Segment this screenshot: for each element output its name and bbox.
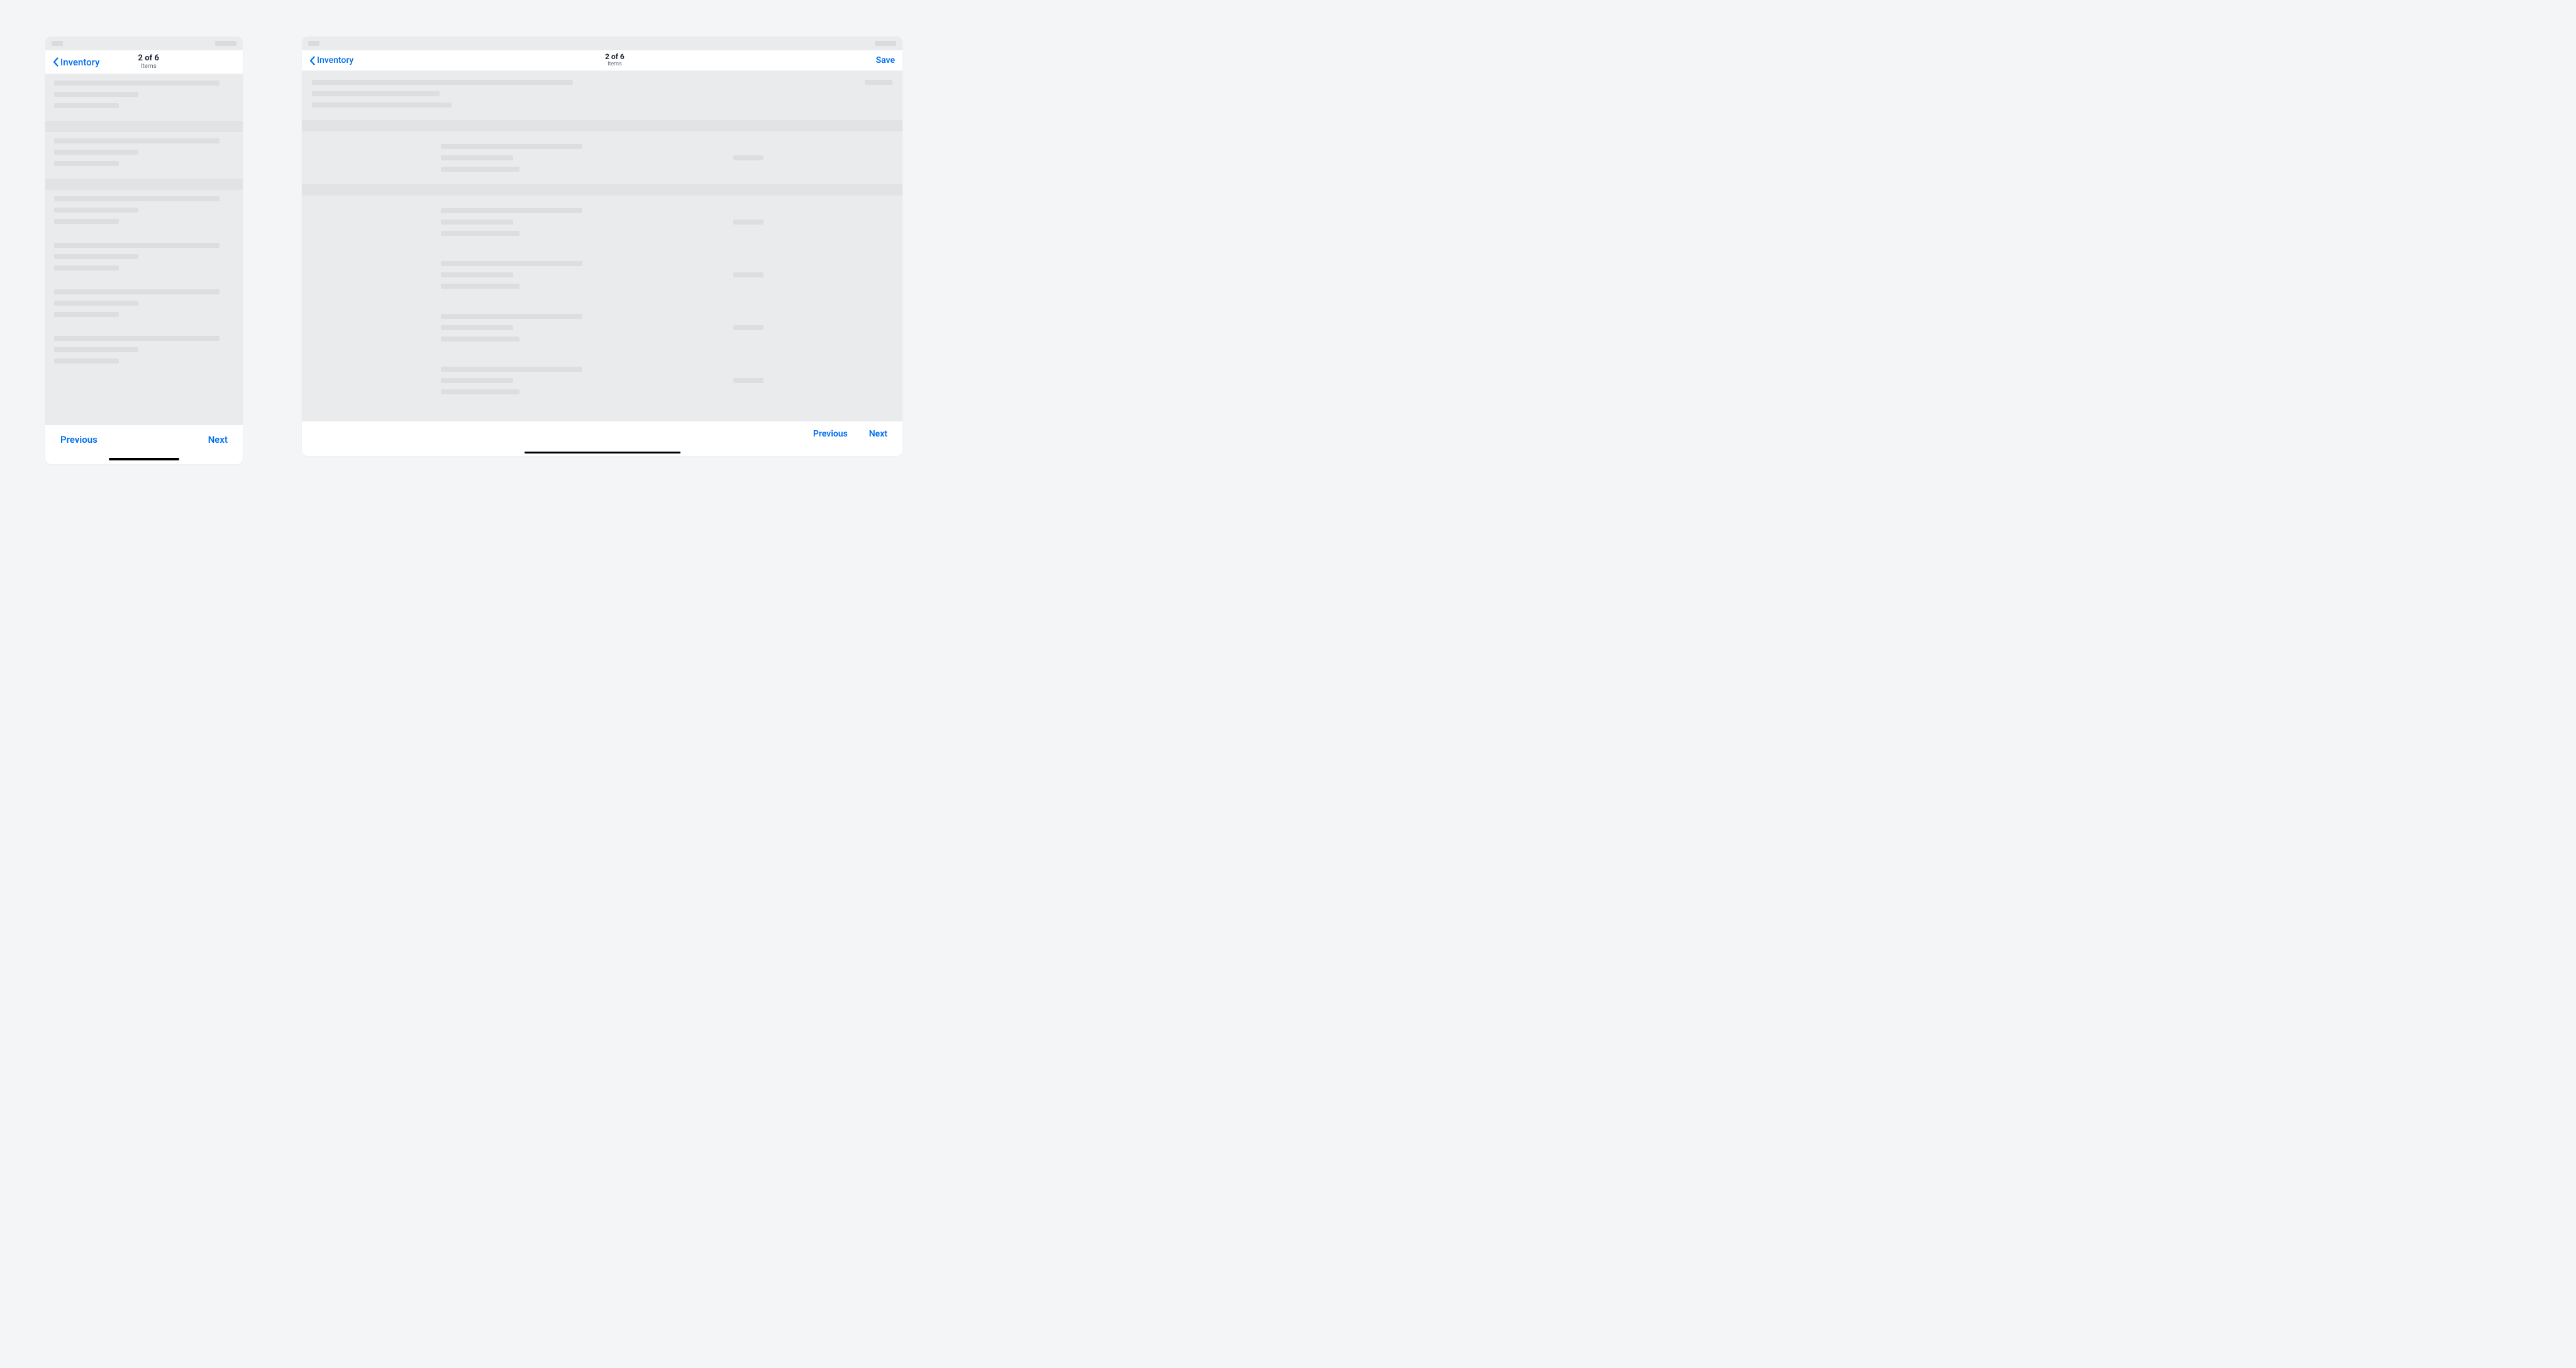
skeleton-line [54, 289, 219, 294]
skeleton-line [54, 138, 219, 143]
nav-title: 2 of 6 [605, 53, 625, 61]
skeleton-line [441, 220, 513, 225]
skeleton-item [302, 131, 902, 184]
status-time-placeholder [308, 41, 319, 46]
phone-mockup: Inventory 2 of 6 Items [45, 36, 243, 464]
status-battery-placeholder [215, 41, 236, 46]
nav-bar: Inventory 2 of 6 Items [45, 50, 243, 74]
skeleton-line [54, 301, 138, 306]
nav-title: 2 of 6 [138, 54, 159, 63]
skeleton-line [441, 367, 582, 372]
skeleton-line [54, 81, 219, 86]
save-button[interactable]: Save [876, 55, 895, 65]
skeleton-header [302, 184, 902, 196]
skeleton-line [54, 312, 119, 317]
skeleton-pill [865, 80, 892, 85]
skeleton-line [54, 103, 119, 108]
previous-button[interactable]: Previous [813, 429, 848, 439]
next-button[interactable]: Next [208, 434, 228, 445]
status-bar [45, 36, 243, 50]
skeleton-line [441, 325, 513, 330]
status-bar [302, 36, 902, 50]
skeleton-item [302, 301, 902, 354]
skeleton-line [441, 272, 513, 277]
chevron-left-icon [309, 56, 315, 65]
skeleton-line [54, 161, 119, 166]
skeleton-line [54, 359, 119, 364]
skeleton-pill [733, 272, 763, 277]
skeleton-line [54, 347, 138, 352]
home-indicator [525, 452, 680, 453]
skeleton-line [441, 144, 582, 149]
skeleton-section [45, 190, 243, 236]
skeleton-line [441, 314, 582, 319]
next-button[interactable]: Next [869, 429, 887, 439]
skeleton-line [441, 336, 519, 342]
skeleton-section [45, 283, 243, 330]
skeleton-line [54, 243, 219, 248]
skeleton-line [441, 378, 513, 383]
skeleton-section [45, 330, 243, 376]
skeleton-top [302, 71, 902, 120]
skeleton-line [54, 219, 119, 224]
skeleton-line [441, 155, 513, 160]
skeleton-line [441, 389, 519, 394]
chevron-left-icon [53, 57, 58, 67]
skeleton-line [54, 92, 138, 97]
skeleton-section [45, 74, 243, 121]
content-area [302, 71, 902, 421]
skeleton-line [54, 196, 219, 201]
nav-title-block: 2 of 6 Items [138, 54, 159, 70]
skeleton-line [54, 208, 138, 213]
nav-subtitle: Items [608, 62, 622, 68]
skeleton-header [45, 179, 243, 190]
status-battery-placeholder [875, 41, 896, 46]
skeleton-pill [733, 378, 763, 383]
skeleton-section [45, 132, 243, 179]
content-area [45, 74, 243, 425]
skeleton-item [302, 248, 902, 301]
back-label: Inventory [60, 57, 99, 68]
skeleton-header [45, 121, 243, 132]
skeleton-pill [733, 155, 763, 160]
tablet-mockup: Inventory 2 of 6 Items Save [302, 36, 902, 456]
back-button[interactable]: Inventory [309, 55, 353, 65]
skeleton-line [312, 91, 440, 96]
skeleton-line [441, 261, 582, 266]
skeleton-line [54, 254, 138, 259]
skeleton-line [54, 336, 219, 341]
nav-bar: Inventory 2 of 6 Items Save [302, 50, 902, 71]
nav-title-block: 2 of 6 Items [605, 53, 625, 67]
previous-button[interactable]: Previous [60, 434, 97, 445]
back-button[interactable]: Inventory [53, 57, 99, 68]
status-time-placeholder [52, 41, 63, 46]
skeleton-line [441, 167, 519, 172]
skeleton-pill [733, 220, 763, 225]
skeleton-header [302, 120, 902, 131]
nav-subtitle: Items [141, 63, 157, 70]
skeleton-line [312, 80, 573, 85]
back-label: Inventory [317, 55, 353, 65]
skeleton-line [54, 150, 138, 155]
skeleton-line [441, 231, 519, 236]
skeleton-line [441, 284, 519, 289]
skeleton-line [54, 265, 119, 270]
skeleton-line [312, 103, 452, 108]
bottom-toolbar: Previous Next [302, 421, 902, 456]
skeleton-item [302, 196, 902, 248]
skeleton-item [302, 354, 902, 407]
skeleton-line [441, 208, 582, 213]
skeleton-section [45, 236, 243, 283]
home-indicator [109, 458, 179, 460]
skeleton-pill [733, 325, 763, 330]
bottom-toolbar: Previous Next [45, 425, 243, 464]
